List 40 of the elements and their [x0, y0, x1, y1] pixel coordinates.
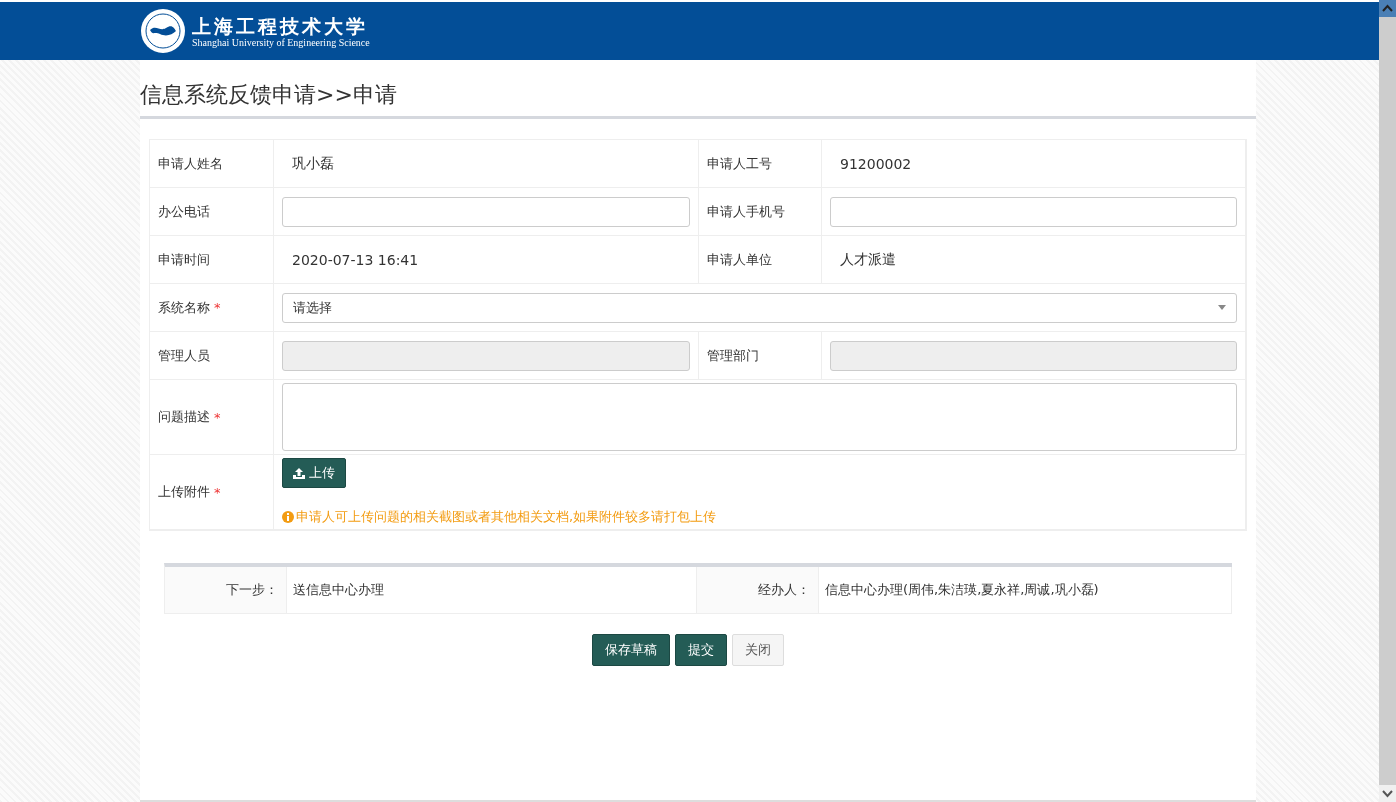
field-label: 办公电话: [150, 188, 274, 236]
logo-subtitle: Shanghai University of Engineering Science: [192, 36, 370, 48]
page-title: 信息系统反馈申请>>申请: [140, 60, 1256, 119]
input-field[interactable]: [282, 196, 690, 227]
field-label: 管理部门: [699, 332, 822, 380]
scroll-down-icon[interactable]: [1379, 785, 1396, 802]
upload-button[interactable]: 上传: [282, 458, 346, 488]
flow-value: 送信息中心办理: [287, 567, 697, 614]
logo-title: 上海工程技术大学: [192, 14, 369, 37]
required-mark: *: [214, 484, 221, 500]
text-area[interactable]: [282, 383, 1237, 451]
field-label: 系统名称: [158, 298, 210, 317]
field-label: 申请人手机号: [699, 188, 822, 236]
field-label: 问题描述: [158, 408, 210, 426]
select-field[interactable]: 请选择: [282, 292, 1237, 323]
university-seal-icon: [140, 8, 186, 54]
upload-icon: [293, 467, 305, 479]
scroll-up-icon[interactable]: [1379, 0, 1396, 17]
field-label: 申请时间: [150, 236, 274, 284]
caret-icon: [1218, 305, 1226, 310]
field-value: 巩小磊: [291, 154, 334, 173]
field-label: 上传附件: [158, 483, 210, 501]
field-value: 2020-07-13 16:41: [291, 251, 419, 268]
hint-text: 申请人可上传问题的相关截图或者其他相关文档,如果附件较多请打包上传: [282, 508, 717, 526]
action-button[interactable]: 关闭: [732, 634, 784, 666]
action-button[interactable]: 提交: [675, 634, 727, 666]
required-mark: *: [214, 409, 221, 425]
required-mark: *: [214, 300, 221, 315]
flow-label: 下一步：: [165, 567, 287, 614]
field-label: 申请人姓名: [150, 140, 274, 188]
info-icon: [282, 511, 294, 523]
flow-value: 信息中心办理(周伟,朱洁瑛,夏永祥,周诚,巩小磊): [819, 567, 1232, 614]
field-label: 申请人单位: [699, 236, 822, 284]
field-label: 管理人员: [150, 332, 274, 380]
field-label: 申请人工号: [699, 140, 822, 188]
field-value: 91200002: [839, 155, 912, 172]
input-field[interactable]: [830, 196, 1237, 227]
flow-label: 经办人：: [697, 567, 819, 614]
action-button[interactable]: 保存草稿: [592, 634, 670, 666]
field-value: 人才派遣: [839, 250, 896, 269]
